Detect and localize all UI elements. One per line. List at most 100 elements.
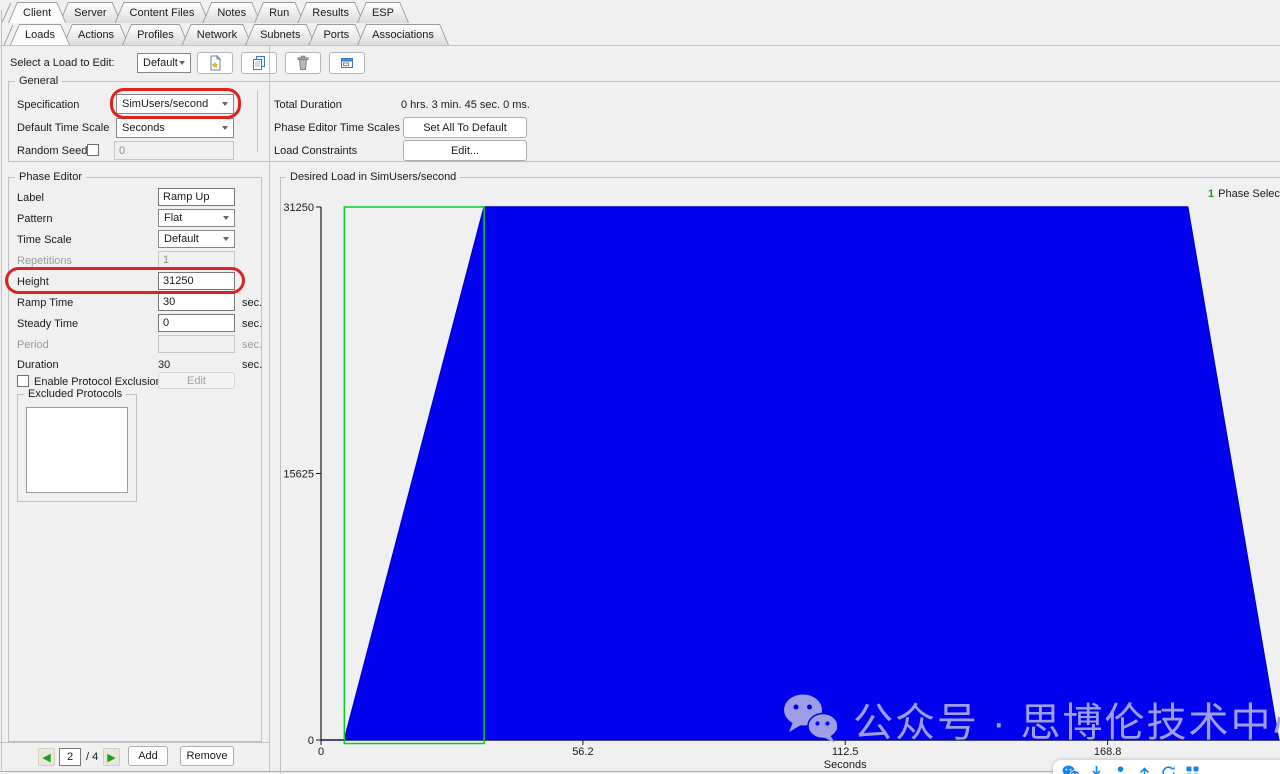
phase-label-input[interactable] [158, 188, 235, 206]
set-all-to-default-button[interactable]: Set All To Default [403, 117, 527, 138]
window-left-border [1, 10, 2, 770]
chevron-down-icon [222, 102, 228, 106]
ramp-time-input[interactable] [158, 293, 235, 311]
arrow-left-icon: ◀ [42, 751, 50, 764]
load-chart[interactable]: 31250 15625 00 56.2 112.5 168.8 Seconds [280, 168, 1280, 774]
svg-text:15625: 15625 [283, 469, 314, 481]
height-input[interactable] [158, 272, 235, 290]
phase-nav-divider [0, 742, 270, 743]
client-sub-tab-bar: Loads Actions Profiles Network Subnets P… [10, 24, 442, 45]
steady-time-label: Steady Time [17, 318, 78, 330]
load-constraints-edit-button[interactable]: Edit... [403, 140, 527, 161]
tab-subnets[interactable]: Subnets [245, 24, 315, 45]
tab-client[interactable]: Client [8, 2, 66, 23]
refresh-icon[interactable] [1161, 765, 1176, 774]
duration-label: Duration [17, 359, 59, 371]
random-seed-label: Random Seed [17, 145, 87, 157]
previous-phase-button[interactable]: ◀ [38, 748, 55, 766]
random-seed-input [114, 141, 234, 160]
tab-loads[interactable]: Loads [10, 24, 70, 45]
svg-text:0: 0 [308, 735, 314, 747]
load-area [321, 207, 1279, 740]
default-time-scale-dropdown[interactable]: Seconds [116, 118, 234, 138]
contact-icon[interactable] [1113, 765, 1128, 774]
tab-ports[interactable]: Ports [308, 24, 364, 45]
add-phase-button[interactable]: Add [128, 746, 168, 766]
excluded-protocols-list[interactable] [26, 407, 128, 493]
specification-dropdown[interactable]: SimUsers/second [116, 94, 234, 114]
chart-title: Desired Load in SimUsers/second [286, 171, 460, 183]
ramp-time-unit: sec. [242, 297, 262, 309]
duration-unit: sec. [242, 359, 262, 371]
tab-esp[interactable]: ESP [357, 2, 409, 23]
steady-time-input[interactable] [158, 314, 235, 332]
total-duration-value: 0 hrs. 3 min. 45 sec. 0 ms. [401, 99, 530, 111]
duration-value: 30 [158, 359, 170, 371]
period-unit: sec. [242, 339, 262, 351]
select-load-label: Select a Load to Edit: [10, 57, 115, 69]
specification-label: Specification [17, 99, 79, 111]
svg-text:112.5: 112.5 [832, 746, 859, 758]
tab-server[interactable]: Server [59, 2, 121, 23]
main-tab-bar: Client Server Content Files Notes Run Re… [8, 2, 402, 23]
time-scale-dropdown[interactable]: Default [158, 230, 235, 248]
load-select-dropdown[interactable]: Default [137, 53, 191, 73]
general-divider [257, 90, 258, 152]
phase-count-label: / 4 [86, 751, 98, 763]
repetitions-input [158, 251, 235, 269]
tab-profiles[interactable]: Profiles [122, 24, 189, 45]
height-label: Height [17, 276, 49, 288]
phase-editor-time-scales-label: Phase Editor Time Scales [274, 122, 400, 134]
copy-load-icon [251, 55, 267, 71]
tab-network[interactable]: Network [182, 24, 252, 45]
svg-text:Seconds: Seconds [824, 759, 867, 771]
delete-load-icon [295, 55, 311, 71]
new-load-button[interactable] [197, 52, 233, 74]
svg-text:0: 0 [318, 746, 324, 758]
svg-text:31250: 31250 [283, 202, 314, 214]
next-phase-button[interactable]: ▶ [103, 748, 120, 766]
svg-text:56.2: 56.2 [572, 746, 593, 758]
pattern-label: Pattern [17, 213, 52, 225]
phase-selected-status: 1Phase Selected [1208, 188, 1280, 200]
tab-associations[interactable]: Associations [357, 24, 449, 45]
chevron-down-icon [223, 237, 229, 241]
apps-grid-icon[interactable] [1185, 765, 1200, 774]
new-load-icon [207, 55, 223, 71]
share-up-icon[interactable] [1137, 765, 1152, 774]
tab-notes[interactable]: Notes [202, 2, 261, 23]
screenshot-overlay-toolbar [1053, 760, 1280, 774]
steady-time-unit: sec. [242, 318, 262, 330]
chevron-down-icon [222, 126, 228, 130]
phase-number-input[interactable] [59, 748, 81, 766]
period-input [158, 335, 235, 353]
period-label: Period [17, 339, 49, 351]
general-title: General [15, 75, 62, 87]
svg-text:168.8: 168.8 [1094, 746, 1122, 758]
tab-results[interactable]: Results [297, 2, 364, 23]
rename-load-icon [339, 55, 355, 71]
tab-content-files[interactable]: Content Files [115, 2, 210, 23]
tab-actions[interactable]: Actions [63, 24, 129, 45]
rename-load-button[interactable] [329, 52, 365, 74]
phase-editor-title: Phase Editor [15, 171, 86, 183]
delete-load-button[interactable] [285, 52, 321, 74]
remove-phase-button[interactable]: Remove [180, 746, 234, 766]
ramp-time-label: Ramp Time [17, 297, 73, 309]
phase-selected-count: 1 [1208, 188, 1214, 200]
chevron-down-icon [179, 61, 185, 65]
save-icon[interactable] [1089, 765, 1104, 774]
total-duration-label: Total Duration [274, 99, 342, 111]
pattern-dropdown[interactable]: Flat [158, 209, 235, 227]
arrow-right-icon: ▶ [107, 751, 115, 764]
wechat-icon[interactable] [1062, 765, 1080, 774]
chevron-down-icon [223, 216, 229, 220]
phase-label-label: Label [17, 192, 44, 204]
random-seed-checkbox[interactable] [87, 144, 99, 156]
excluded-protocols-groupbox: Excluded Protocols [17, 394, 137, 502]
default-time-scale-label: Default Time Scale [17, 122, 109, 134]
enable-protocol-exclusion-checkbox[interactable] [17, 375, 29, 387]
general-groupbox: General Specification SimUsers/second De… [8, 81, 1280, 162]
copy-load-button[interactable] [241, 52, 277, 74]
repetitions-label: Repetitions [17, 255, 72, 267]
